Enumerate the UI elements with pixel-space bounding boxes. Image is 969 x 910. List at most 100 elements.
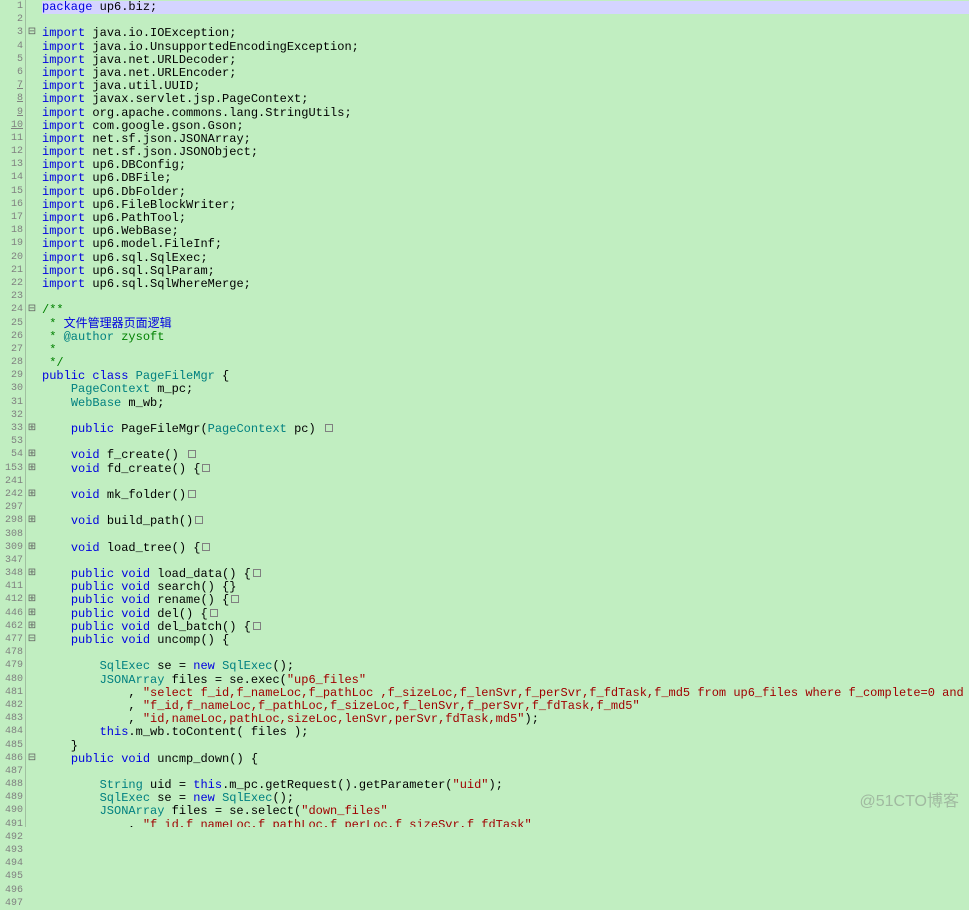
- code-token: .m_wb.toContent( files );: [128, 725, 308, 739]
- code-token: JSONArray: [100, 673, 165, 687]
- code-line[interactable]: void build_path(): [42, 515, 969, 528]
- fold-none: [26, 528, 38, 541]
- code-line[interactable]: package up6.biz;: [42, 1, 969, 14]
- line-number: 309: [0, 541, 23, 554]
- folded-block-icon[interactable]: [188, 490, 196, 498]
- code-line[interactable]: this.m_wb.toContent( files );: [42, 726, 969, 739]
- code-line[interactable]: * 文件管理器页面逻辑: [42, 318, 969, 331]
- fold-collapse-icon[interactable]: ⊟: [26, 303, 38, 316]
- code-token: up6.PathTool;: [85, 211, 186, 225]
- code-line[interactable]: public void uncmp_down() {: [42, 753, 969, 766]
- folded-block-icon[interactable]: [210, 609, 218, 617]
- folded-block-icon[interactable]: [202, 543, 210, 551]
- code-line[interactable]: void mk_folder(): [42, 489, 969, 502]
- code-token: new: [193, 791, 215, 805]
- line-number: 16: [0, 198, 23, 211]
- code-line[interactable]: * @author zysoft: [42, 331, 969, 344]
- code-line[interactable]: , "f_id,f_nameLoc,f_pathLoc,f_perLoc,f_s…: [42, 819, 969, 827]
- code-token: uncmp_down() {: [150, 752, 258, 766]
- code-token: import: [42, 185, 85, 199]
- folded-block-icon[interactable]: [325, 424, 333, 432]
- line-number: 446: [0, 607, 23, 620]
- line-number: 347: [0, 554, 23, 567]
- fold-collapse-icon[interactable]: ⊟: [26, 752, 38, 765]
- code-token: [42, 659, 100, 673]
- fold-expand-icon[interactable]: ⊞: [26, 448, 38, 461]
- fold-expand-icon[interactable]: ⊞: [26, 514, 38, 527]
- code-line[interactable]: PageContext m_pc;: [42, 383, 969, 396]
- code-token: import: [42, 251, 85, 265]
- fold-expand-icon[interactable]: ⊞: [26, 607, 38, 620]
- code-token: com.google.gson.Gson;: [85, 119, 243, 133]
- code-line[interactable]: public void uncomp() {: [42, 634, 969, 647]
- code-token: [42, 567, 71, 581]
- line-number: 32: [0, 409, 23, 422]
- folded-block-icon[interactable]: [253, 569, 261, 577]
- fold-collapse-icon[interactable]: ⊟: [26, 633, 38, 646]
- fold-expand-icon[interactable]: ⊞: [26, 567, 38, 580]
- folded-block-icon[interactable]: [253, 622, 261, 630]
- fold-none: [26, 857, 38, 870]
- line-number: 25: [0, 317, 23, 330]
- folded-block-icon[interactable]: [195, 516, 203, 524]
- code-token: f_create(): [100, 448, 186, 462]
- code-token: import: [42, 132, 85, 146]
- code-line[interactable]: import up6.DBConfig;: [42, 159, 969, 172]
- code-token: "uid": [453, 778, 489, 792]
- line-number: 17: [0, 211, 23, 224]
- fold-expand-icon[interactable]: ⊞: [26, 488, 38, 501]
- code-token: [42, 462, 71, 476]
- fold-none: [26, 699, 38, 712]
- fold-expand-icon[interactable]: ⊞: [26, 620, 38, 633]
- code-line[interactable]: *: [42, 344, 969, 357]
- code-token: import: [42, 53, 85, 67]
- code-line[interactable]: import up6.PathTool;: [42, 212, 969, 225]
- fold-none: [26, 237, 38, 250]
- code-token: {: [215, 369, 229, 383]
- fold-none: [26, 356, 38, 369]
- folded-block-icon[interactable]: [188, 450, 196, 458]
- code-token: import: [42, 145, 85, 159]
- line-number: 30: [0, 382, 23, 395]
- code-token: JSONArray: [100, 804, 165, 818]
- line-number: 54: [0, 448, 23, 461]
- code-token: fd_create() {: [100, 462, 201, 476]
- code-token: ();: [272, 791, 294, 805]
- code-line[interactable]: import up6.sql.SqlWhereMerge;: [42, 278, 969, 291]
- line-number: 9: [0, 106, 23, 119]
- line-number: 488: [0, 778, 23, 791]
- code-line[interactable]: [42, 291, 969, 304]
- code-line[interactable]: void fd_create() {: [42, 463, 969, 476]
- fold-expand-icon[interactable]: ⊞: [26, 593, 38, 606]
- code-line[interactable]: void load_tree() {: [42, 542, 969, 555]
- fold-expand-icon[interactable]: ⊞: [26, 422, 38, 435]
- code-token: [215, 659, 222, 673]
- line-number: 33: [0, 422, 23, 435]
- line-number: 479: [0, 659, 23, 672]
- fold-none: [26, 40, 38, 53]
- fold-expand-icon[interactable]: ⊞: [26, 462, 38, 475]
- code-token: public: [71, 422, 114, 436]
- code-token: import: [42, 26, 85, 40]
- code-line[interactable]: public PageFileMgr(PageContext pc): [42, 423, 969, 436]
- code-token: java.net.URLEncoder;: [85, 66, 236, 80]
- fold-none: [26, 224, 38, 237]
- code-token: import: [42, 171, 85, 185]
- fold-expand-icon[interactable]: ⊞: [26, 541, 38, 554]
- code-token: }: [42, 739, 78, 753]
- fold-collapse-icon[interactable]: ⊟: [26, 26, 38, 39]
- code-token: [42, 514, 71, 528]
- line-number: 1: [0, 0, 23, 13]
- line-number: 29: [0, 369, 23, 382]
- code-line[interactable]: WebBase m_wb;: [42, 397, 969, 410]
- folded-block-icon[interactable]: [231, 595, 239, 603]
- code-area[interactable]: package up6.biz;import java.io.IOExcepti…: [38, 0, 969, 827]
- folded-block-icon[interactable]: [202, 464, 210, 472]
- code-token: m_pc;: [150, 382, 193, 396]
- code-token: ,: [42, 699, 143, 713]
- code-token: /**: [42, 303, 64, 317]
- fold-none: [26, 290, 38, 303]
- fold-none: [26, 106, 38, 119]
- code-line[interactable]: /**: [42, 304, 969, 317]
- fold-none: [26, 739, 38, 752]
